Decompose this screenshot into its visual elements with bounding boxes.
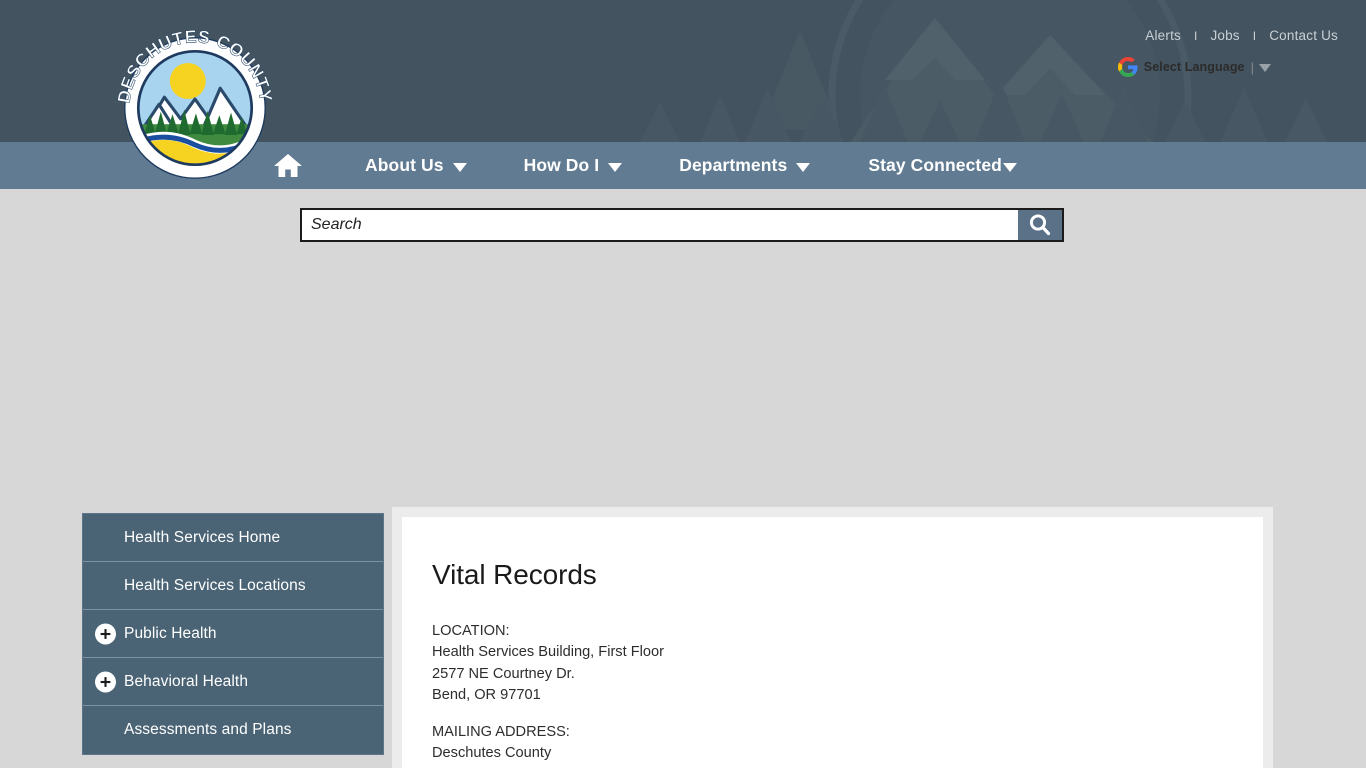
mailing-line-1: Deschutes County (432, 745, 552, 762)
nav-item-label: Departments (679, 155, 788, 175)
utility-separator: I (1193, 29, 1198, 43)
language-label: Select Language (1143, 60, 1245, 74)
chevron-down-icon[interactable] (1259, 64, 1271, 72)
nav-item-label: About Us (365, 155, 444, 175)
content-panel: Vital Records LOCATION: Health Services … (402, 517, 1263, 768)
chevron-down-icon (1002, 162, 1017, 172)
nav-item-label: How Do I (523, 155, 600, 175)
search-button[interactable] (1018, 208, 1064, 242)
sidebar-nav: Health Services Home Health Services Loc… (82, 513, 384, 755)
sidebar-item-label: Assessments and Plans (124, 721, 292, 738)
content-frame: Vital Records LOCATION: Health Services … (392, 507, 1273, 768)
sidebar-item-public-health[interactable]: Public Health (83, 610, 383, 658)
sidebar-item-health-services-locations[interactable]: Health Services Locations (83, 562, 383, 610)
sidebar-item-health-services-home[interactable]: Health Services Home (83, 514, 383, 562)
sidebar-item-label: Health Services Home (124, 528, 281, 546)
utility-link-jobs[interactable]: Jobs (1210, 28, 1239, 43)
utility-separator: I (1252, 29, 1257, 43)
sidebar-item-behavioral-health[interactable]: Behavioral Health (83, 658, 383, 706)
location-line-2: 2577 NE Courtney Dr. (432, 665, 575, 682)
utility-links: Alerts I Jobs I Contact Us (1145, 28, 1338, 43)
search-icon (1029, 214, 1051, 236)
chevron-down-icon (796, 162, 811, 172)
content-body: LOCATION: Health Services Building, Firs… (432, 621, 1227, 768)
sidebar-item-label: Health Services Locations (124, 576, 306, 594)
location-label: LOCATION: (432, 623, 510, 639)
county-logo[interactable]: DESCHUTES COUNTY (105, 18, 285, 198)
plus-circle-icon[interactable] (95, 623, 116, 644)
page-title: Vital Records (432, 559, 597, 590)
plus-circle-icon[interactable] (95, 671, 116, 692)
chevron-down-icon (608, 162, 623, 172)
nav-item-about-us[interactable]: About Us (365, 155, 467, 176)
nav-item-stay-connected[interactable]: Stay Connected (868, 155, 1017, 176)
language-divider: | (1250, 59, 1254, 75)
search-input[interactable] (300, 208, 1018, 242)
mailing-label: MAILING ADDRESS: (432, 724, 570, 741)
mailing-address-block: MAILING ADDRESS: Deschutes County 2577 N… (432, 722, 1227, 768)
utility-link-alerts[interactable]: Alerts (1145, 28, 1181, 43)
search-bar (300, 208, 1064, 242)
sidebar-item-assessments-and-plans[interactable]: Assessments and Plans (83, 706, 383, 754)
nav-item-departments[interactable]: Departments (679, 155, 811, 176)
nav-item-label: Stay Connected (868, 155, 1002, 175)
language-selector[interactable]: Select Language | (1117, 57, 1271, 77)
google-g-icon (1117, 57, 1138, 77)
sidebar: Health Services Home Health Services Loc… (82, 513, 384, 768)
chevron-down-icon (452, 162, 467, 172)
location-line-3: Bend, OR 97701 (432, 686, 541, 703)
location-block: LOCATION: Health Services Building, Firs… (432, 621, 1227, 706)
location-line-1: Health Services Building, First Floor (432, 644, 664, 661)
nav-item-how-do-i[interactable]: How Do I (524, 155, 623, 176)
utility-link-contact-us[interactable]: Contact Us (1269, 28, 1338, 43)
